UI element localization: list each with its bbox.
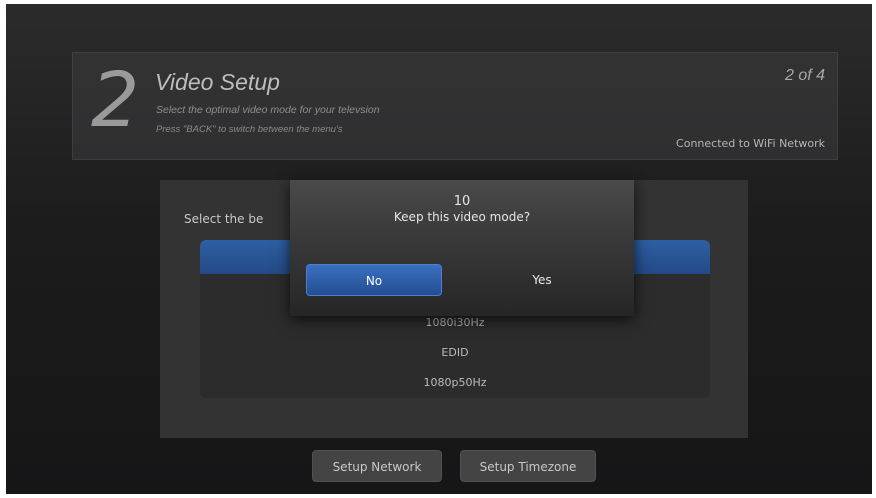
page-subtitle: Select the optimal video mode for your t… xyxy=(156,104,380,116)
keep-video-mode-dialog: 10 Keep this video mode? No Yes xyxy=(290,180,634,316)
page-title: Video Setup xyxy=(155,69,280,95)
step-counter: 2 of 4 xyxy=(784,67,825,84)
setup-network-button[interactable]: Setup Network xyxy=(312,450,442,482)
list-item[interactable]: EDID xyxy=(200,346,710,359)
tv-screen: 2 Video Setup Select the optimal video m… xyxy=(6,4,872,494)
step-number: 2 xyxy=(91,55,140,144)
navigation-hint: Press "BACK" to switch between the menu'… xyxy=(156,124,343,135)
select-label: Select the be xyxy=(184,212,264,226)
list-item[interactable]: 1080p50Hz xyxy=(200,376,710,389)
header-panel: 2 Video Setup Select the optimal video m… xyxy=(72,52,838,160)
setup-timezone-button[interactable]: Setup Timezone xyxy=(460,450,596,482)
list-item[interactable]: 1080i30Hz xyxy=(200,316,710,329)
connection-status: Connected to WiFi Network xyxy=(676,137,825,150)
no-button[interactable]: No xyxy=(306,264,442,296)
yes-button[interactable]: Yes xyxy=(474,264,610,296)
countdown-timer: 10 xyxy=(453,194,471,209)
dialog-question: Keep this video mode? xyxy=(393,210,531,224)
